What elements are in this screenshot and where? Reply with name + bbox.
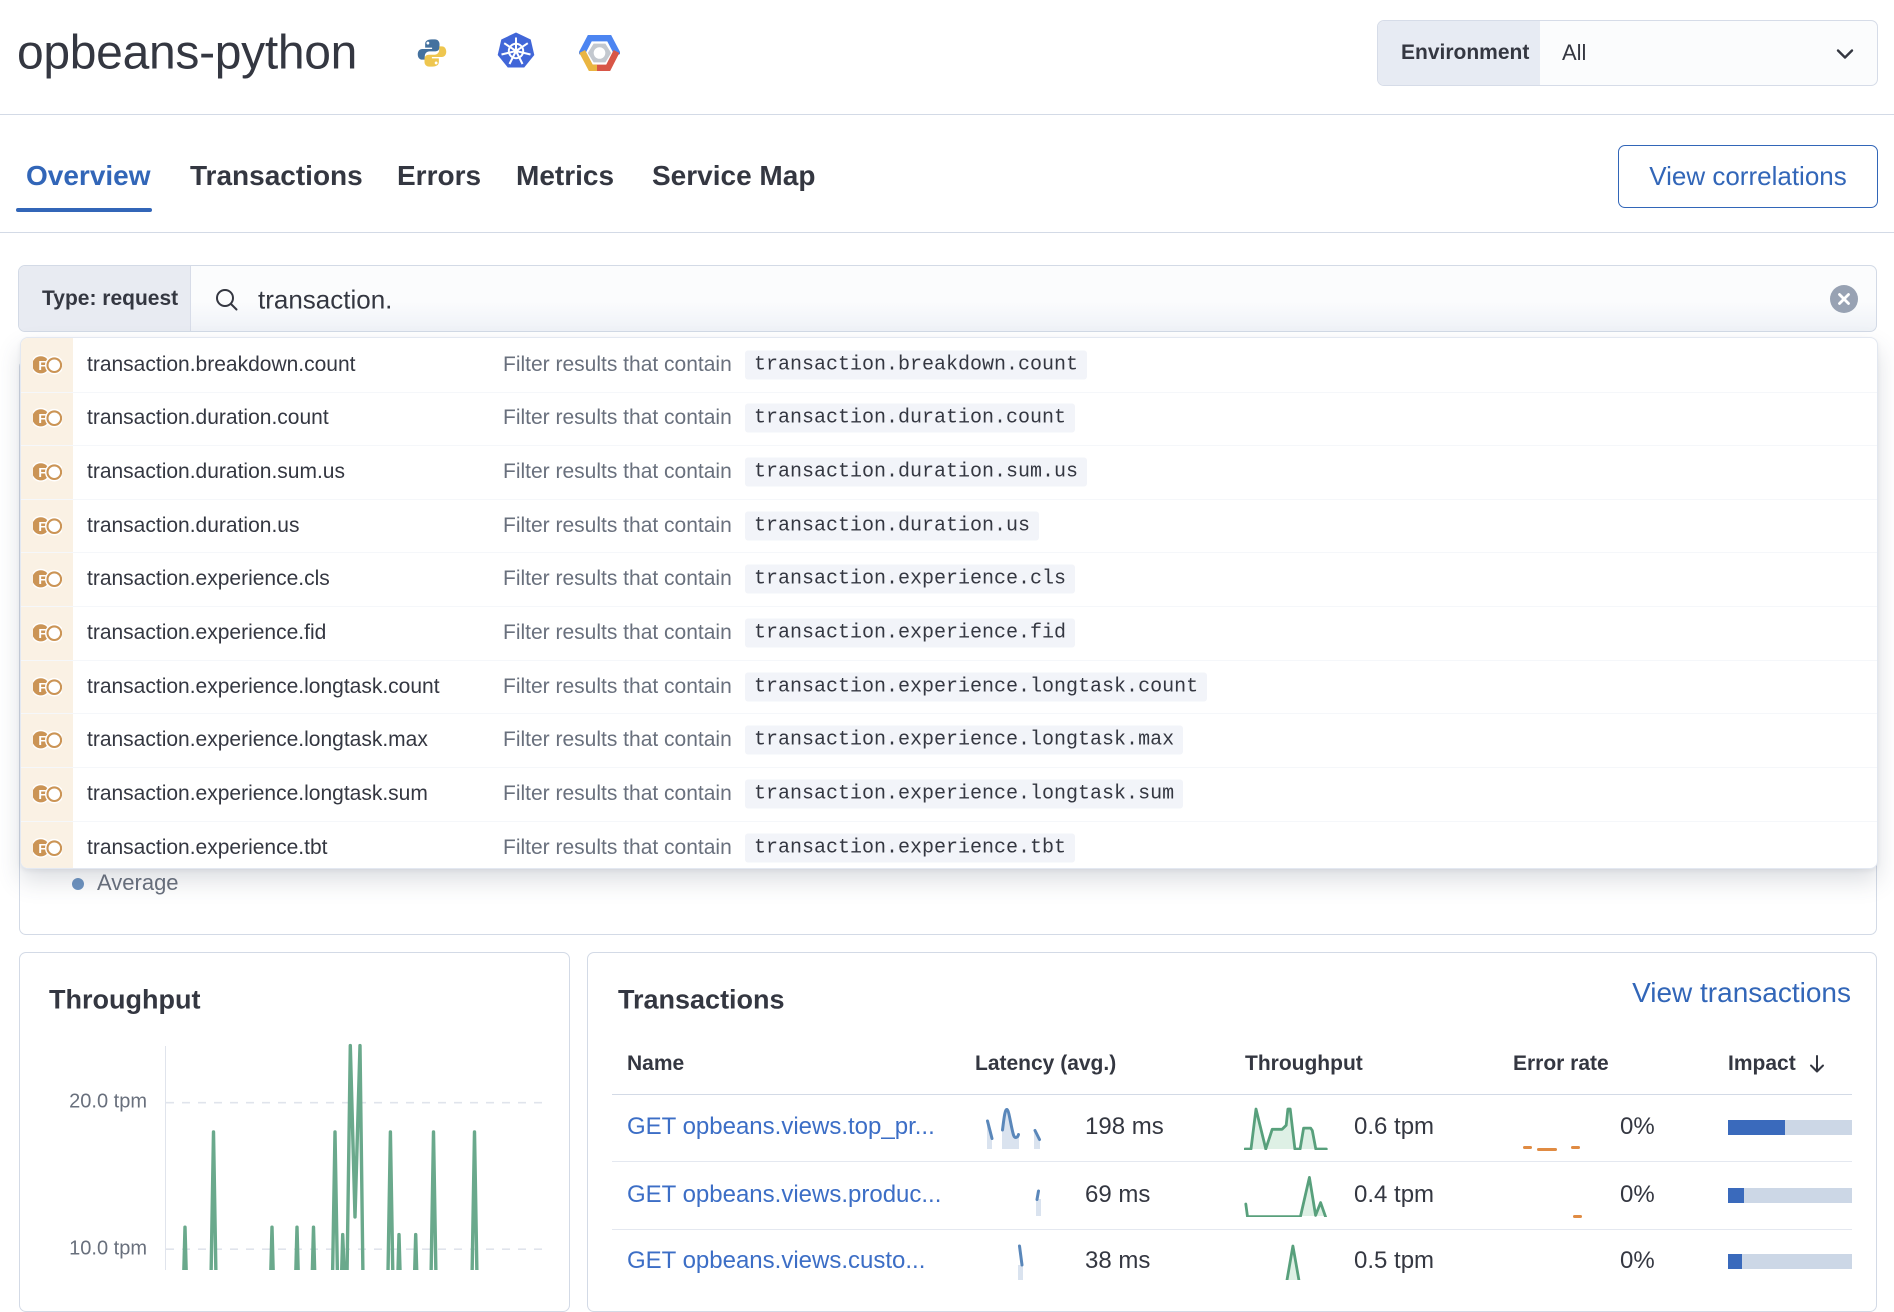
svg-text:F: F	[38, 841, 46, 856]
svg-text:F: F	[38, 626, 46, 641]
svg-text:F: F	[38, 680, 46, 695]
svg-text:F: F	[38, 519, 46, 534]
svg-text:F: F	[38, 572, 46, 587]
svg-text:F: F	[38, 411, 46, 426]
svg-text:F: F	[38, 787, 46, 802]
svg-text:F: F	[38, 358, 46, 373]
svg-text:F: F	[38, 465, 46, 480]
svg-text:F: F	[38, 733, 46, 748]
